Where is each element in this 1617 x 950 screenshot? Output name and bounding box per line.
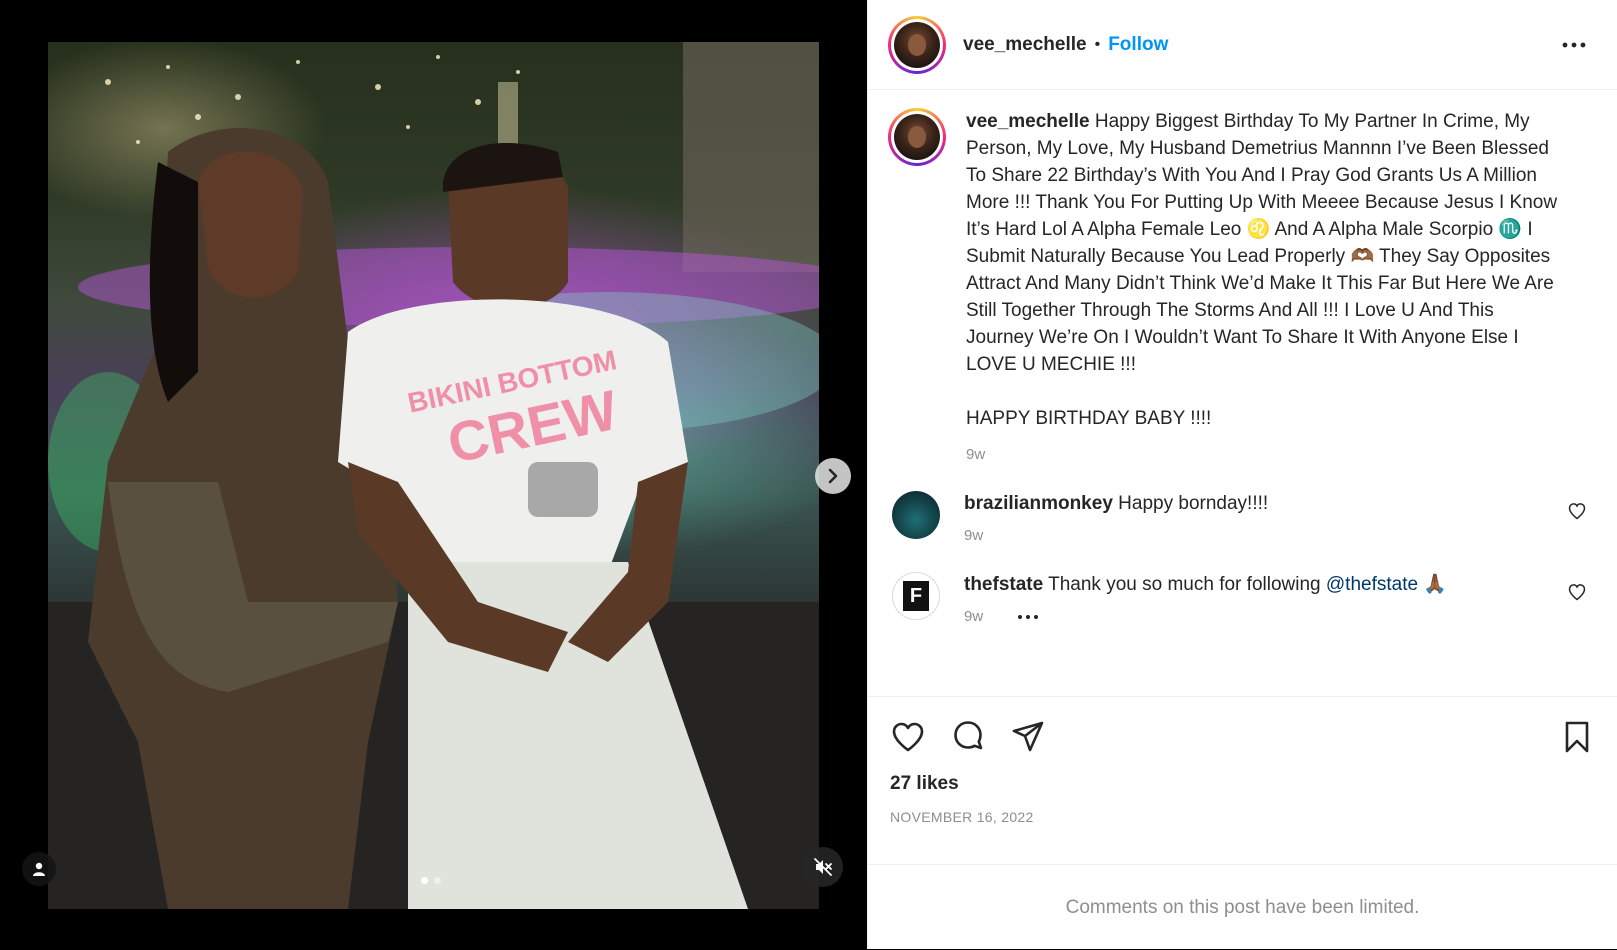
comment-text: thefstate Thank you so much for followin… <box>964 572 1524 598</box>
comment-body: thefstate Thank you so much for followin… <box>964 572 1524 625</box>
carousel-indicator <box>421 877 441 884</box>
likes-count[interactable]: 27 likes <box>890 773 1595 795</box>
caption: vee_mechelle Happy Biggest Birthday To M… <box>888 108 1595 463</box>
post-actions: 27 likes NOVEMBER 16, 2022 <box>868 696 1617 864</box>
comment-timestamp[interactable]: 9w <box>964 527 983 544</box>
caption-timestamp[interactable]: 9w <box>966 446 1566 463</box>
post-info-panel: vee_mechelle • Follow vee_mechelle Happy… <box>867 0 1617 949</box>
carousel-dot-active <box>421 877 428 884</box>
header-separator: • <box>1094 35 1101 53</box>
caption-content: Happy Biggest Birthday To My Partner In … <box>966 111 1558 429</box>
mute-audio-button[interactable] <box>803 847 843 887</box>
fstate-logo: F <box>903 581 929 611</box>
user-tag-icon <box>33 862 45 876</box>
post-date[interactable]: NOVEMBER 16, 2022 <box>890 809 1595 825</box>
author-avatar[interactable] <box>888 15 946 74</box>
tagged-users-button[interactable] <box>22 852 56 886</box>
caption-username[interactable]: vee_mechelle <box>966 111 1090 132</box>
volume-muted-icon <box>814 858 832 876</box>
post-header: vee_mechelle • Follow <box>868 0 1617 90</box>
comment-content: Happy bornday!!!! <box>1118 493 1269 514</box>
comment-meta: 9w <box>964 608 1524 625</box>
comment-more-options-icon[interactable] <box>1015 610 1041 624</box>
comment-text: brazilianmonkey Happy bornday!!!! <box>964 491 1524 517</box>
comment-item: brazilianmonkey Happy bornday!!!! 9w <box>888 491 1595 544</box>
post-photo[interactable]: BIKINI BOTTOM CREW <box>48 42 819 909</box>
avatar-image <box>894 21 940 68</box>
more-options-icon[interactable] <box>1559 30 1589 60</box>
media-panel: BIKINI BOTTOM CREW <box>0 0 867 949</box>
bookmark-icon[interactable] <box>1559 719 1595 755</box>
next-slide-button[interactable] <box>815 458 851 494</box>
comment-meta: 9w <box>964 527 1524 544</box>
author-username[interactable]: vee_mechelle <box>963 34 1087 56</box>
follow-button[interactable]: Follow <box>1108 34 1168 56</box>
photo-scene: BIKINI BOTTOM CREW <box>48 42 819 909</box>
post-dialog: BIKINI BOTTOM CREW vee_mechelle • Follow… <box>0 0 1617 949</box>
comments-limited-notice: Comments on this post have been limited. <box>868 864 1617 950</box>
avatar-image <box>894 114 940 160</box>
commenter-avatar[interactable]: F <box>892 572 940 620</box>
comment-mention-link[interactable]: @thefstate <box>1326 574 1418 595</box>
chevron-right-icon <box>828 468 838 484</box>
comment-content: Thank you so much for following <box>1048 574 1321 595</box>
avatar-inner <box>891 111 943 163</box>
caption-author-avatar[interactable] <box>888 108 946 166</box>
commenter-username[interactable]: thefstate <box>964 574 1043 595</box>
commenter-username[interactable]: brazilianmonkey <box>964 493 1113 514</box>
caption-text: vee_mechelle Happy Biggest Birthday To M… <box>966 108 1566 432</box>
commenter-avatar[interactable] <box>892 491 940 539</box>
comment-icon[interactable] <box>950 719 986 755</box>
paper-plane-icon[interactable] <box>1010 719 1046 755</box>
heart-icon[interactable] <box>890 719 926 755</box>
comment-emoji: 🙏🏾 <box>1423 574 1447 595</box>
comment-item: F thefstate Thank you so much for follow… <box>888 572 1595 625</box>
carousel-dot <box>434 877 441 884</box>
comment-like-heart-icon[interactable] <box>1567 501 1587 521</box>
comments-section[interactable]: vee_mechelle Happy Biggest Birthday To M… <box>868 90 1617 696</box>
avatar-inner <box>891 18 943 71</box>
comment-like-heart-icon[interactable] <box>1567 582 1587 602</box>
caption-body: vee_mechelle Happy Biggest Birthday To M… <box>966 108 1566 463</box>
action-icons <box>890 697 1595 755</box>
comment-body: brazilianmonkey Happy bornday!!!! 9w <box>964 491 1524 544</box>
comment-timestamp[interactable]: 9w <box>964 608 983 625</box>
